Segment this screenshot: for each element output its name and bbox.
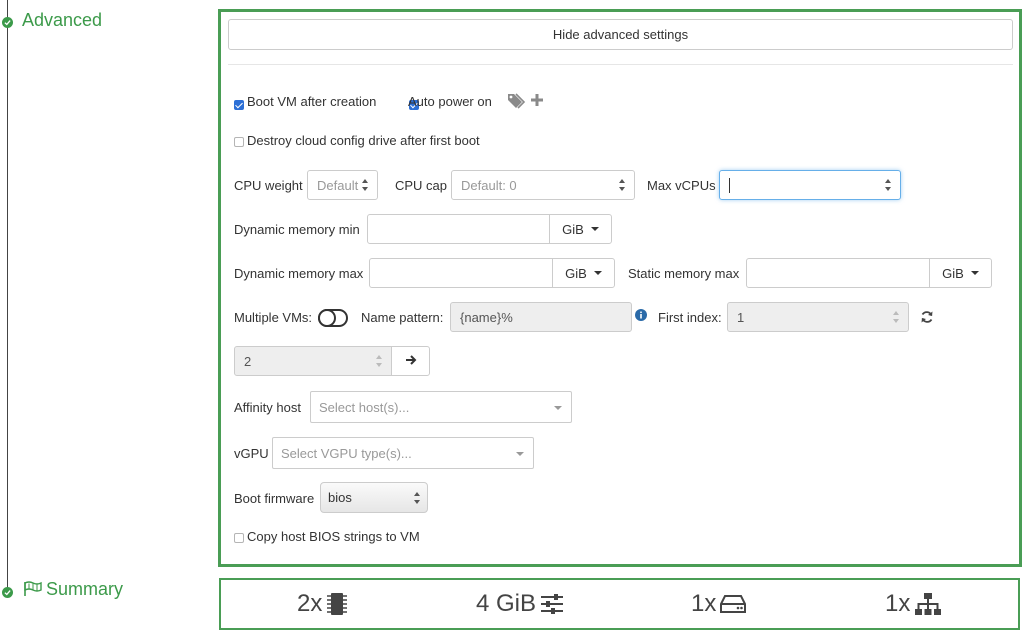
destroy-cloud-label: Destroy cloud config drive after first b…	[247, 133, 480, 148]
timeline-line	[7, 0, 8, 590]
first-index-label: First index:	[658, 310, 722, 325]
step-complete-icon	[2, 17, 13, 28]
multiple-vms-toggle[interactable]	[318, 309, 348, 327]
dyn-mem-max-input[interactable]	[369, 258, 553, 288]
first-index-value: 1	[737, 309, 745, 325]
static-mem-max-label: Static memory max	[628, 266, 740, 281]
cpu-icon	[326, 591, 348, 617]
hdd-icon	[720, 594, 747, 614]
hide-advanced-button[interactable]: Hide advanced settings	[228, 19, 1013, 50]
cpu-weight-input[interactable]: Default	[307, 170, 378, 200]
text-cursor	[729, 177, 730, 193]
step-title-advanced: Advanced	[22, 10, 103, 30]
advanced-panel: Hide advanced settings Boot VM after cre…	[218, 9, 1022, 567]
vm-count-input[interactable]: 2	[234, 346, 392, 376]
unit-label: GiB	[565, 265, 587, 281]
copy-bios-checkbox[interactable]	[234, 533, 244, 543]
cpu-cap-label: CPU cap	[395, 178, 448, 193]
dyn-mem-min-input[interactable]	[367, 214, 550, 244]
spinner-icon	[619, 179, 626, 191]
caret-down-icon	[593, 271, 602, 275]
caret-down-icon	[970, 271, 979, 275]
flag-icon	[23, 581, 43, 597]
cpu-weight-label: CPU weight	[234, 178, 303, 193]
spinner-icon	[362, 179, 369, 191]
auto-power-label: Auto power on	[408, 94, 492, 109]
boot-firmware-value: bios	[328, 490, 352, 505]
memory-amount: 4 GiB	[476, 590, 537, 617]
summary-cpus: 2x	[297, 580, 348, 628]
apply-count-button[interactable]	[391, 346, 430, 376]
boot-firmware-select[interactable]: bios	[320, 482, 428, 513]
dyn-mem-max-label: Dynamic memory max	[234, 266, 364, 281]
cpu-cap-input[interactable]: Default: 0	[451, 170, 635, 200]
select-arrows-icon	[414, 491, 421, 504]
cpu-weight-placeholder: Default	[317, 177, 359, 193]
refresh-icon[interactable]	[920, 310, 934, 324]
max-vcpus-input[interactable]	[719, 170, 901, 200]
name-pattern-value: {name}%	[460, 309, 513, 325]
cpus-count: 2x	[297, 590, 323, 617]
caret-down-icon	[590, 227, 599, 231]
vgpu-label: vGPU	[234, 446, 269, 461]
first-index-input[interactable]: 1	[727, 302, 909, 332]
tags-icon	[506, 91, 528, 111]
summary-memory: 4 GiB	[476, 580, 564, 628]
spinner-icon	[376, 355, 383, 367]
summary-networks: 1x	[885, 580, 942, 628]
dyn-mem-min-unit-dropdown[interactable]: GiB	[549, 214, 612, 244]
boot-firmware-label: Boot firmware	[234, 491, 315, 506]
destroy-cloud-checkbox[interactable]	[234, 137, 244, 147]
boot-vm-label: Boot VM after creation	[247, 94, 377, 109]
vgpu-placeholder: Select VGPU type(s)...	[281, 445, 412, 461]
vm-count-value: 2	[244, 353, 252, 369]
unit-label: GiB	[942, 265, 964, 281]
step-complete-icon	[2, 587, 13, 598]
info-icon[interactable]	[635, 309, 647, 321]
name-pattern-label: Name pattern:	[361, 310, 444, 325]
add-tag-icon[interactable]	[530, 93, 544, 107]
arrow-right-icon	[405, 354, 417, 369]
caret-down-icon	[554, 406, 562, 410]
caret-down-icon	[516, 452, 524, 456]
name-pattern-input[interactable]: {name}%	[450, 302, 632, 332]
affinity-host-select[interactable]: Select host(s)...	[310, 391, 572, 423]
network-icon	[914, 592, 942, 616]
divider	[228, 64, 1013, 65]
vgpu-select[interactable]: Select VGPU type(s)...	[272, 437, 534, 469]
dyn-mem-max-unit-dropdown[interactable]: GiB	[552, 258, 615, 288]
dyn-mem-min-label: Dynamic memory min	[234, 222, 360, 237]
affinity-host-placeholder: Select host(s)...	[319, 399, 410, 415]
disks-count: 1x	[691, 590, 717, 617]
static-mem-max-input[interactable]	[746, 258, 930, 288]
affinity-host-label: Affinity host	[234, 400, 301, 415]
networks-count: 1x	[885, 590, 911, 617]
summary-disks: 1x	[691, 580, 747, 628]
copy-bios-label: Copy host BIOS strings to VM	[247, 529, 420, 544]
unit-label: GiB	[562, 221, 584, 237]
spinner-icon	[885, 179, 892, 191]
summary-panel: 2x 4 GiB 1x 1x	[219, 578, 1020, 630]
static-mem-max-unit-dropdown[interactable]: GiB	[929, 258, 992, 288]
boot-vm-checkbox[interactable]	[234, 100, 244, 110]
multiple-vms-label: Multiple VMs:	[234, 310, 313, 325]
cpu-cap-placeholder: Default: 0	[461, 177, 517, 193]
max-vcpus-label: Max vCPUs	[647, 178, 716, 193]
step-title-summary: Summary	[46, 579, 124, 599]
spinner-icon	[893, 311, 900, 323]
sliders-icon	[540, 593, 564, 615]
